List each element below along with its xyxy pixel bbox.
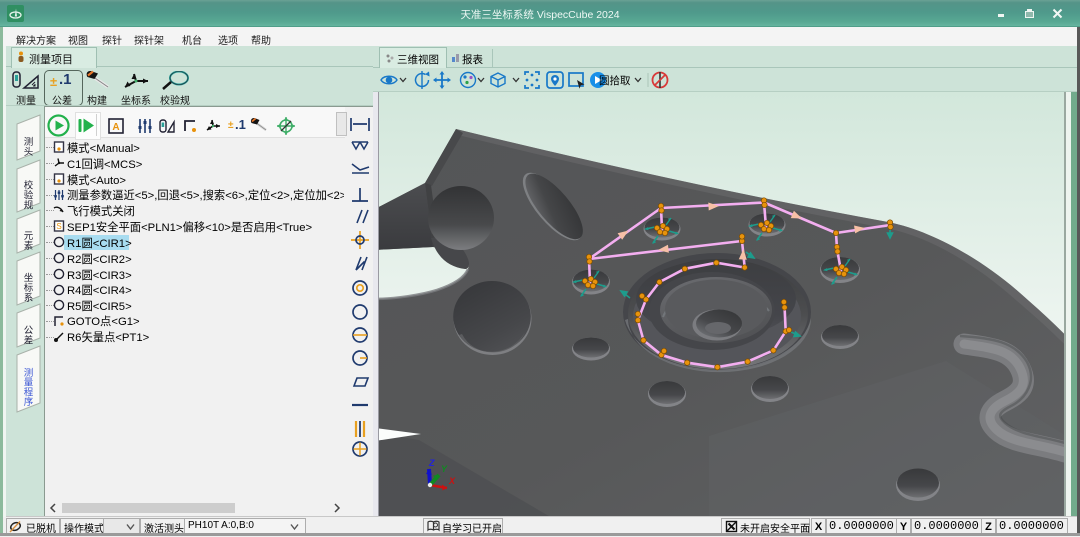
svg-text:S: S [56, 222, 61, 231]
svg-text:规: 规 [24, 200, 34, 211]
svg-text:A: A [112, 122, 119, 133]
svg-text:圆拾取: 圆拾取 [599, 74, 631, 87]
svg-text:素: 素 [24, 240, 34, 252]
svg-text:差: 差 [24, 334, 34, 346]
svg-text:X: X [448, 476, 456, 486]
svg-text:Z: Z [428, 458, 435, 468]
svg-text:Y: Y [441, 464, 448, 474]
svg-text:系: 系 [24, 293, 34, 304]
svg-text:头: 头 [24, 146, 34, 158]
svg-text:序: 序 [24, 396, 34, 408]
